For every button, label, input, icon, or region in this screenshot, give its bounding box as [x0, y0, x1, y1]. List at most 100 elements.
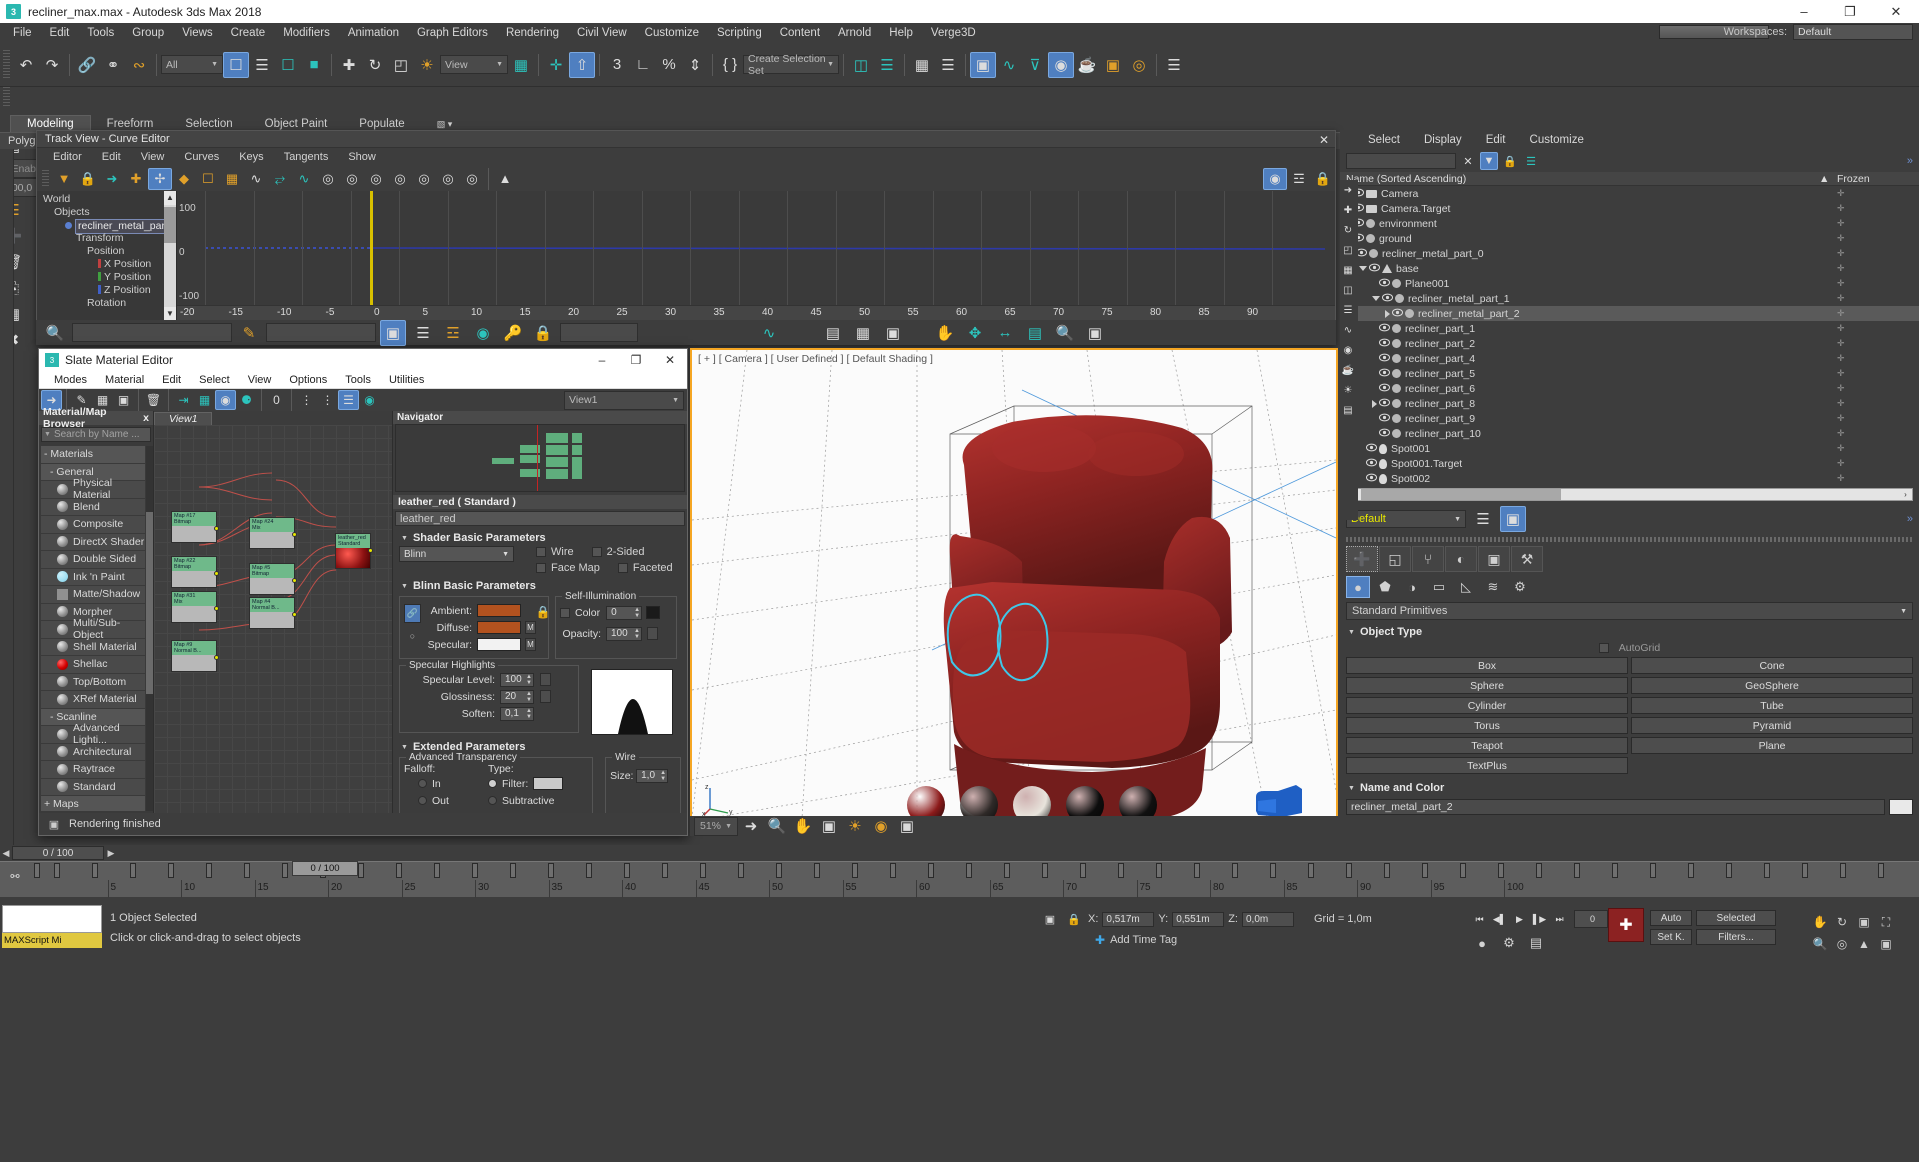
faceted-checkbox[interactable]: Faceted	[618, 562, 673, 574]
specular-map-button[interactable]: M	[525, 638, 536, 651]
menu-item-graph-editors[interactable]: Graph Editors	[408, 25, 497, 41]
select-by-name-icon[interactable]: ☰	[249, 52, 275, 78]
zoom-icon[interactable]: 🔍	[1052, 320, 1078, 346]
trackbar-key[interactable]	[130, 863, 136, 878]
scene-row-camera[interactable]: Camera✛	[1340, 186, 1919, 201]
tv-menu-tangents[interactable]: Tangents	[274, 150, 339, 164]
tangent-fast-icon[interactable]: ◎	[364, 168, 388, 190]
mmb-item-advanced-lighti-[interactable]: Advanced Lighti...	[41, 726, 145, 743]
filters-button[interactable]: Filters...	[1696, 929, 1776, 945]
trackbar-key[interactable]	[1612, 863, 1618, 878]
glossiness-map-button[interactable]	[540, 690, 551, 703]
frozen-cell-icon[interactable]: ✛	[1829, 188, 1919, 199]
viewport-zoom-field[interactable]: 51% ▼	[694, 817, 738, 836]
param-curve-out-of-range-icon[interactable]: ∿	[292, 168, 316, 190]
workspace-dropdown[interactable]: Default	[1793, 24, 1913, 40]
frozen-cell-icon[interactable]: ✛	[1829, 233, 1919, 244]
scene-row-recliner-metal-part-0[interactable]: recliner_metal_part_0✛	[1340, 246, 1919, 261]
frozen-cell-icon[interactable]: ✛	[1829, 398, 1919, 409]
snaps-toggle-icon[interactable]: ⇧	[569, 52, 595, 78]
snap-toggle-3d-icon[interactable]: 3	[604, 52, 630, 78]
layer-toolbar-grip[interactable]	[3, 87, 10, 107]
previous-frame-icon[interactable]: ◀▌	[1490, 910, 1509, 928]
track-view-tree[interactable]: ▲ ▼ WorldObjectsrecliner_metal_part_2Tra…	[37, 191, 177, 321]
frozen-cell-icon[interactable]: ✛	[1829, 338, 1919, 349]
trackbar-key[interactable]	[1270, 863, 1276, 878]
goto-end-icon[interactable]: ⏭	[1550, 910, 1569, 928]
object-button-plane[interactable]: Plane	[1631, 737, 1913, 754]
systems-icon[interactable]: ⚙	[1508, 576, 1532, 598]
clear-search-icon[interactable]: ✕	[1459, 152, 1477, 170]
sme-background-icon[interactable]: ⚈	[236, 390, 257, 410]
layer-explorer-icon[interactable]: ▦	[909, 52, 935, 78]
trackbar-key[interactable]	[1004, 863, 1010, 878]
node-output-socket[interactable]	[292, 532, 297, 537]
vt-light-icon[interactable]: ☀	[1340, 380, 1356, 400]
falloff-in-radio[interactable]	[418, 779, 427, 788]
tv-snap-icon[interactable]: ◉	[470, 320, 496, 346]
select-and-scale-icon[interactable]: ◰	[388, 52, 414, 78]
visibility-eye-icon[interactable]	[1366, 458, 1377, 469]
sme-select-tool-icon[interactable]: ◉	[359, 390, 380, 410]
trackbar-key[interactable]	[168, 863, 174, 878]
trackbar-key[interactable]	[1460, 863, 1466, 878]
diffuse-color-swatch[interactable]	[477, 621, 521, 634]
vt-select-icon[interactable]: ➜	[1340, 180, 1356, 200]
mmb-item--materials[interactable]: - Materials	[41, 446, 145, 463]
frozen-cell-icon[interactable]: ✛	[1829, 383, 1919, 394]
scene-row-recliner-part-4[interactable]: recliner_part_4✛	[1340, 351, 1919, 366]
percent-snap-toggle-icon[interactable]: %	[656, 52, 682, 78]
shader-type-dropdown[interactable]: Blinn ▼	[399, 546, 514, 562]
visibility-eye-icon[interactable]	[1379, 398, 1390, 409]
vp-light-icon[interactable]: ☀	[842, 813, 868, 839]
helpers-icon[interactable]: ◺	[1454, 576, 1478, 598]
tv-key-icon[interactable]: 🔑	[500, 320, 526, 346]
category-dropdown[interactable]: Standard Primitives ▼	[1346, 602, 1913, 620]
tv-node-world[interactable]: World	[41, 193, 176, 206]
move-keys-icon[interactable]: ✢	[148, 168, 172, 190]
autogrid-checkbox[interactable]	[1599, 643, 1609, 653]
se-menu-edit[interactable]: Edit	[1474, 134, 1518, 146]
filter-color-swatch[interactable]	[533, 777, 563, 790]
selection-filter-dropdown[interactable]: All ▼	[161, 55, 223, 74]
trackbar-key[interactable]	[1688, 863, 1694, 878]
menu-item-help[interactable]: Help	[880, 25, 922, 41]
node-output-socket[interactable]	[368, 548, 373, 553]
mmb-item-standard[interactable]: Standard	[41, 779, 145, 796]
current-time-marker[interactable]	[370, 191, 373, 305]
cameras-icon[interactable]: ▭	[1427, 576, 1451, 598]
material-node-map-9[interactable]: Map #9Normal B...	[171, 640, 217, 672]
trackbar-key[interactable]	[1118, 863, 1124, 878]
trackbar-key[interactable]	[510, 863, 516, 878]
coord-x-field[interactable]: 0,517m	[1102, 912, 1154, 927]
object-button-sphere[interactable]: Sphere	[1346, 677, 1628, 694]
self-illum-color-swatch[interactable]	[646, 606, 660, 619]
trackbar-key[interactable]	[852, 863, 858, 878]
menu-item-arnold[interactable]: Arnold	[829, 25, 880, 41]
ambient-color-swatch[interactable]	[477, 604, 521, 617]
scene-row-recliner-metal-part-2[interactable]: recliner_metal_part_2✛	[1340, 306, 1919, 321]
coord-z-field[interactable]: 0,0m	[1242, 912, 1294, 927]
trackbar-mode-icon[interactable]: ⚯	[4, 870, 26, 890]
material-node-map-22[interactable]: Map #22Bitmap	[171, 556, 217, 588]
trackbar-key[interactable]	[1574, 863, 1580, 878]
trackbar-key[interactable]	[1346, 863, 1352, 878]
hierarchy-tab[interactable]: ⑂	[1412, 546, 1444, 572]
visibility-eye-icon[interactable]	[1382, 293, 1393, 304]
falloff-out-radio[interactable]	[418, 796, 427, 805]
sme-menu-utilities[interactable]: Utilities	[380, 374, 433, 386]
object-button-pyramid[interactable]: Pyramid	[1631, 717, 1913, 734]
tangent-auto-icon[interactable]: ◎	[316, 168, 340, 190]
track-view-name-field[interactable]	[72, 323, 232, 342]
mmb-search-field[interactable]: ▼ Search by Name ...	[41, 427, 151, 442]
object-button-torus[interactable]: Torus	[1346, 717, 1628, 734]
trackbar-key[interactable]	[738, 863, 744, 878]
column-name[interactable]: Name (Sorted Ascending)	[1340, 173, 1819, 185]
mmb-item-shellac[interactable]: Shellac	[41, 656, 145, 673]
material-node-leather-red[interactable]: leather_redStandard	[335, 533, 371, 569]
tv-node-objects[interactable]: Objects	[41, 206, 176, 219]
geometry-icon[interactable]: ●	[1346, 576, 1370, 598]
tv-frame-field[interactable]	[560, 323, 638, 342]
filters-icon[interactable]: ▼	[52, 168, 76, 190]
track-view-graph[interactable]: 1000-100 -20-15-10-505101520253035404550…	[177, 191, 1335, 321]
